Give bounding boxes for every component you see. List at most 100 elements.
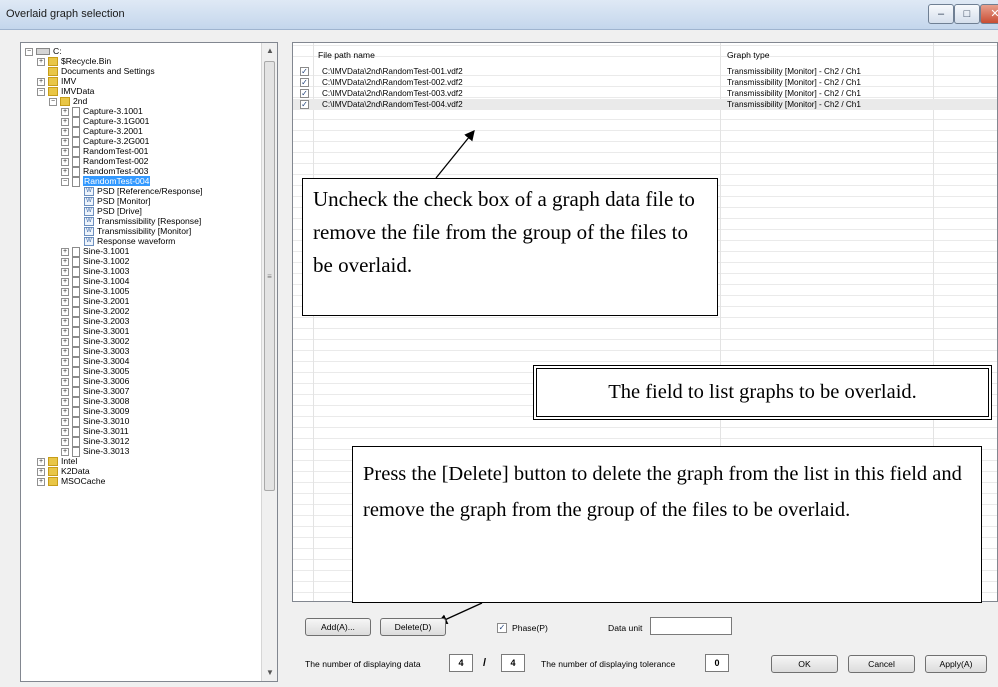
- tree-item[interactable]: W PSD [Drive]: [73, 206, 142, 217]
- expand-icon[interactable]: +: [61, 357, 69, 366]
- tolerance-field[interactable]: 0: [705, 654, 729, 672]
- tree-item[interactable]: + Sine-3.2003: [61, 316, 129, 327]
- expand-icon[interactable]: +: [61, 287, 69, 296]
- expand-icon[interactable]: +: [37, 57, 45, 66]
- collapse-icon[interactable]: −: [61, 177, 69, 186]
- expand-icon[interactable]: +: [61, 337, 69, 346]
- tree-item[interactable]: + Sine-3.1002: [61, 256, 129, 267]
- folder-tree[interactable]: + MSOCache + K2Data + Intel + Sine-3.3013 + Sine-…: [20, 42, 278, 682]
- cancel-button[interactable]: Cancel: [848, 655, 915, 673]
- tree-item[interactable]: + K2Data: [37, 466, 90, 477]
- expand-icon[interactable]: +: [61, 307, 69, 316]
- ok-button[interactable]: OK: [771, 655, 838, 673]
- tree-item[interactable]: + RandomTest-001: [61, 146, 148, 157]
- tree-item[interactable]: + Sine-3.3004: [61, 356, 129, 367]
- tree-item[interactable]: + Sine-3.1001: [61, 246, 129, 257]
- tree-item[interactable]: − IMVData: [37, 86, 94, 97]
- tree-item[interactable]: W PSD [Reference/Response]: [73, 186, 203, 197]
- tree-item[interactable]: + Sine-3.3007: [61, 386, 129, 397]
- tree-item[interactable]: + Sine-3.1005: [61, 286, 129, 297]
- scroll-up-arrow-icon[interactable]: ▲: [262, 43, 277, 59]
- expand-icon[interactable]: +: [61, 407, 69, 416]
- column-header-graph-type[interactable]: Graph type: [727, 50, 770, 60]
- expand-icon[interactable]: +: [37, 467, 45, 476]
- tree-item[interactable]: + Sine-3.3002: [61, 336, 129, 347]
- expand-icon[interactable]: +: [61, 297, 69, 306]
- expand-icon[interactable]: +: [61, 127, 69, 136]
- expand-icon[interactable]: +: [61, 377, 69, 386]
- expand-icon[interactable]: +: [61, 117, 69, 126]
- tree-item[interactable]: + $Recycle.Bin: [37, 56, 111, 67]
- close-button[interactable]: ✕: [980, 4, 998, 24]
- tree-item[interactable]: − RandomTest-004: [61, 176, 151, 187]
- tree-item[interactable]: + Sine-3.3009: [61, 406, 129, 417]
- tree-item[interactable]: + Sine-3.1004: [61, 276, 129, 287]
- tree-item[interactable]: Documents and Settings: [37, 66, 155, 77]
- expand-icon[interactable]: +: [61, 417, 69, 426]
- tree-item[interactable]: W Response waveform: [73, 236, 175, 247]
- expand-icon[interactable]: +: [61, 257, 69, 266]
- expand-icon[interactable]: +: [61, 327, 69, 336]
- tree-item[interactable]: + Capture-3.1001: [61, 106, 143, 117]
- tree-item[interactable]: + MSOCache: [37, 476, 105, 487]
- tree-item[interactable]: W Transmissibility [Response]: [73, 216, 201, 227]
- tree-item[interactable]: + Sine-3.3010: [61, 416, 129, 427]
- tree-item[interactable]: W Transmissibility [Monitor]: [73, 226, 191, 237]
- expand-icon[interactable]: +: [61, 267, 69, 276]
- expand-icon[interactable]: +: [61, 427, 69, 436]
- tree-item[interactable]: + Capture-3.2G001: [61, 136, 149, 147]
- column-header-file-path[interactable]: File path name: [318, 50, 375, 60]
- expand-icon[interactable]: +: [61, 397, 69, 406]
- tree-item[interactable]: − 2nd: [49, 96, 87, 107]
- collapse-icon[interactable]: −: [49, 97, 57, 106]
- expand-icon[interactable]: +: [61, 157, 69, 166]
- scroll-thumb[interactable]: ≡: [264, 61, 275, 491]
- tree-item[interactable]: + Sine-3.1003: [61, 266, 129, 277]
- expand-icon[interactable]: +: [61, 137, 69, 146]
- tree-item[interactable]: + Sine-3.3013: [61, 446, 129, 457]
- file-checkbox[interactable]: ✓: [300, 100, 309, 109]
- data-unit-field[interactable]: [650, 617, 732, 635]
- tree-item[interactable]: + Sine-3.3011: [61, 426, 129, 437]
- tree-scrollbar[interactable]: ▲ ≡ ▼: [261, 43, 277, 681]
- expand-icon[interactable]: +: [61, 147, 69, 156]
- tree-item[interactable]: + Sine-3.2002: [61, 306, 129, 317]
- expand-icon[interactable]: +: [61, 317, 69, 326]
- tree-item[interactable]: + Sine-3.3005: [61, 366, 129, 377]
- collapse-icon[interactable]: −: [25, 47, 33, 56]
- file-checkbox[interactable]: ✓: [300, 89, 309, 98]
- add-button[interactable]: Add(A)...: [305, 618, 371, 636]
- tree-item[interactable]: + Capture-3.1G001: [61, 116, 149, 127]
- displaying-count-field[interactable]: 4: [449, 654, 473, 672]
- file-checkbox[interactable]: ✓: [300, 67, 309, 76]
- expand-icon[interactable]: +: [37, 77, 45, 86]
- tree-item[interactable]: + Sine-3.3006: [61, 376, 129, 387]
- expand-icon[interactable]: +: [61, 367, 69, 376]
- list-row[interactable]: ✓ C:\IMVData\2nd\RandomTest-002.vdf2 Trans…: [293, 77, 997, 88]
- tree-item[interactable]: + IMV: [37, 76, 76, 87]
- expand-icon[interactable]: +: [37, 477, 45, 486]
- expand-icon[interactable]: +: [61, 447, 69, 456]
- list-row[interactable]: ✓ C:\IMVData\2nd\RandomTest-004.vdf2 Trans…: [293, 99, 997, 110]
- tree-item[interactable]: − C:: [25, 46, 62, 56]
- maximize-button[interactable]: □: [954, 4, 980, 24]
- tree-item[interactable]: + Sine-3.2001: [61, 296, 129, 307]
- delete-button[interactable]: Delete(D): [380, 618, 446, 636]
- phase-checkbox[interactable]: ✓: [497, 623, 507, 633]
- apply-button[interactable]: Apply(A): [925, 655, 987, 673]
- list-row[interactable]: ✓ C:\IMVData\2nd\RandomTest-001.vdf2 Trans…: [293, 66, 997, 77]
- tree-item[interactable]: + Sine-3.3012: [61, 436, 129, 447]
- tree-item[interactable]: W PSD [Monitor]: [73, 196, 151, 207]
- expand-icon[interactable]: +: [37, 457, 45, 466]
- tree-item[interactable]: + Sine-3.3003: [61, 346, 129, 357]
- expand-icon[interactable]: +: [61, 277, 69, 286]
- scroll-down-arrow-icon[interactable]: ▼: [262, 665, 277, 681]
- expand-icon[interactable]: +: [61, 387, 69, 396]
- expand-icon[interactable]: +: [61, 167, 69, 176]
- tree-item[interactable]: + Intel: [37, 456, 77, 467]
- expand-icon[interactable]: +: [61, 107, 69, 116]
- minimize-button[interactable]: –: [928, 4, 954, 24]
- expand-icon[interactable]: +: [61, 247, 69, 256]
- expand-icon[interactable]: +: [61, 347, 69, 356]
- tree-item[interactable]: + Sine-3.3008: [61, 396, 129, 407]
